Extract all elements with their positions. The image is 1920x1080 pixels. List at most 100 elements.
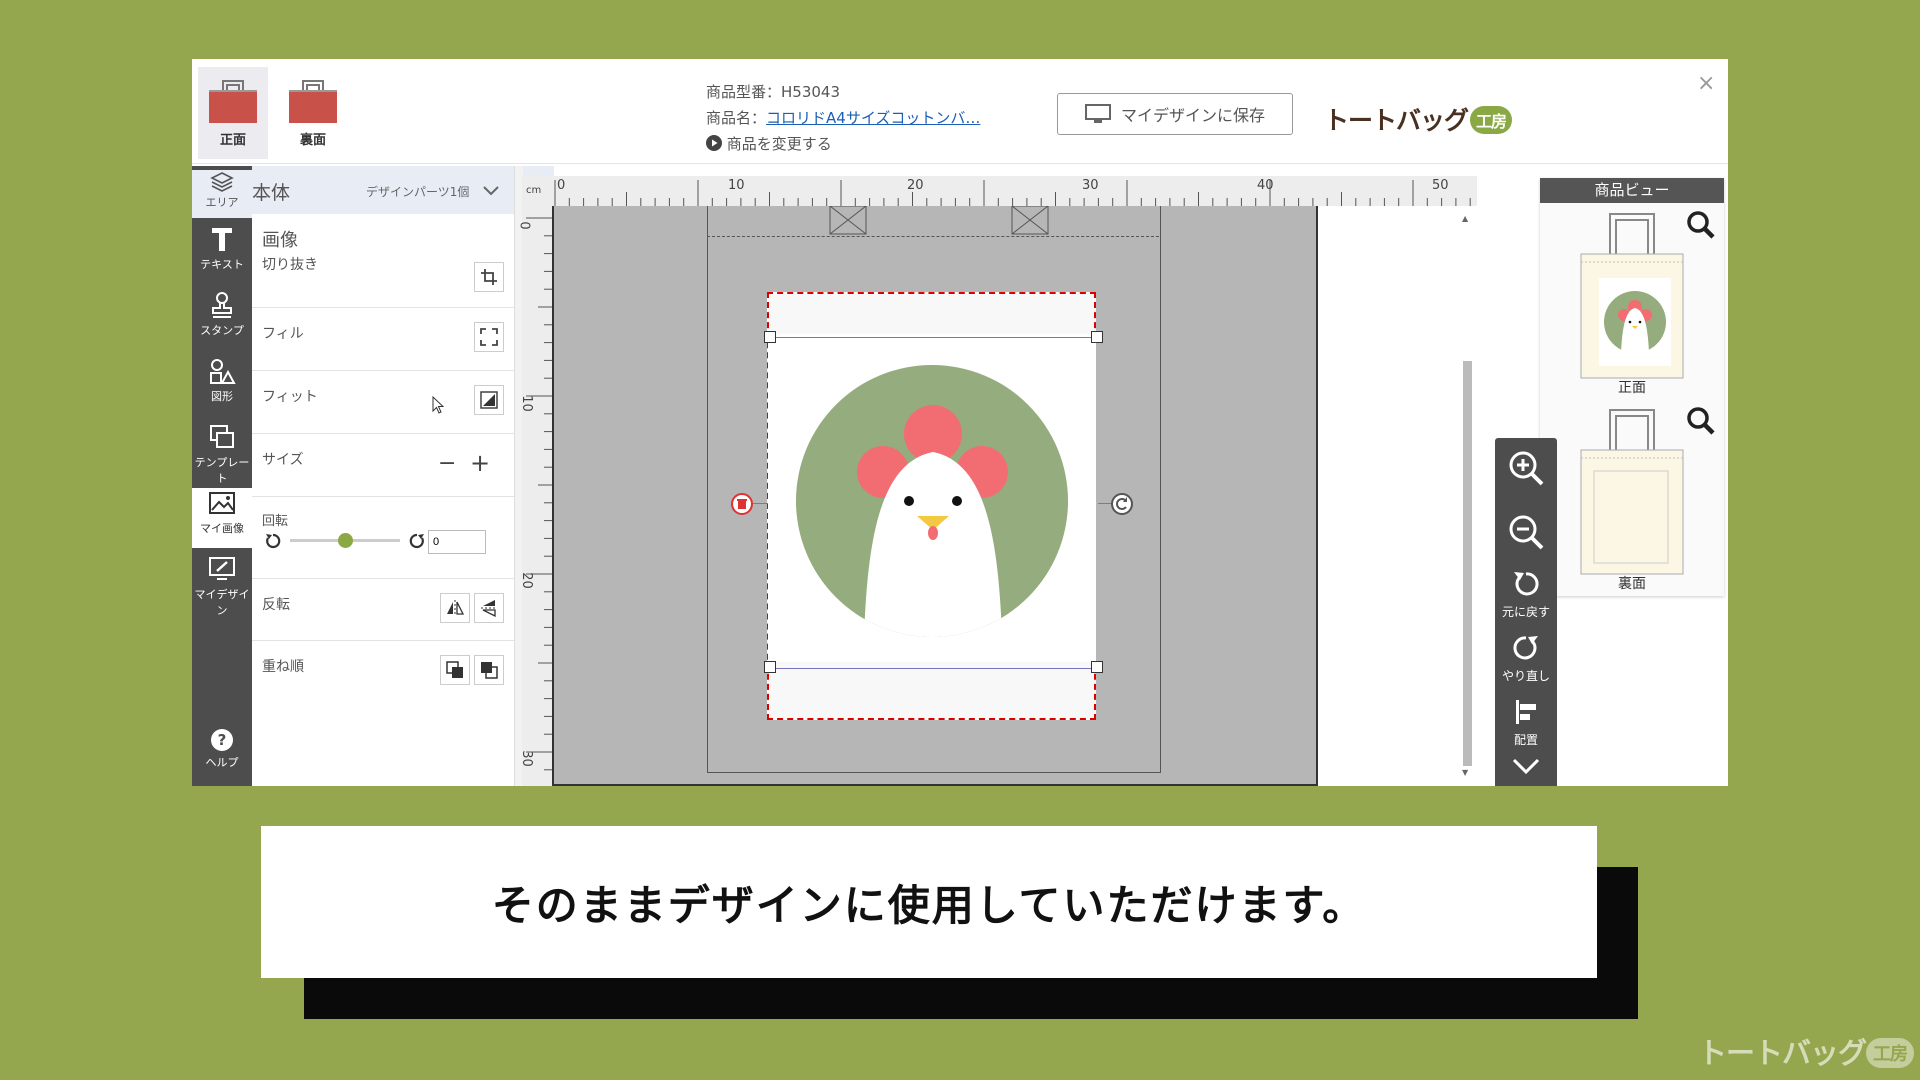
flip-vertical-icon [481,600,497,617]
flip-row: 反転 [252,578,514,641]
svg-text:?: ? [218,731,227,749]
ruler-v-label: 0 [516,221,532,230]
send-backward-button[interactable] [440,655,470,685]
resize-handle-tr[interactable] [1091,331,1103,343]
tool-rail: エリア テキスト スタンプ 図形 テンプレート マイ画像 マイデザイン ? ヘル [192,166,252,786]
product-view-title: 商品ビュー [1540,178,1724,203]
scroll-up-arrow[interactable]: ▲ [1462,214,1468,223]
size-label: サイズ [262,452,304,468]
ruler-v-label: 10 [518,395,534,412]
rotate-input[interactable] [428,530,486,554]
resize-handle-br[interactable] [1091,661,1103,673]
text-icon [212,228,232,251]
fit-label: フィット [262,389,318,405]
help-icon: ? [211,729,233,751]
rotate-handle-icon[interactable] [1110,492,1134,516]
product-code: 商品型番：H53043 [706,83,840,101]
flip-vertical-button[interactable] [474,593,504,623]
tote-bag-front-preview-icon [1580,213,1684,379]
tool-my-image[interactable]: マイ画像 [192,488,252,548]
fill-button[interactable] [474,322,504,352]
caption-text: そのままデザインに使用していただけます。 [491,880,1367,930]
undo-button[interactable]: 元に戻す [1495,568,1557,620]
area-button[interactable]: エリア [192,170,252,218]
scroll-down-arrow[interactable]: ▼ [1462,768,1468,777]
zoom-out-button[interactable] [1495,512,1557,555]
layers-icon [210,172,234,192]
tab-back[interactable]: 裏面 [278,67,348,159]
tool-template[interactable]: テンプレート [192,422,252,485]
bring-forward-button[interactable] [474,655,504,685]
change-product-label: 商品を変更する [726,135,832,153]
tab-back-label: 裏面 [299,133,326,148]
vertical-scrollbar[interactable]: ▲ ▼ [1460,214,1474,777]
chevron-down-icon [1512,758,1540,775]
close-icon[interactable]: × [1697,71,1715,96]
flip-horizontal-button[interactable] [440,593,470,623]
area-label: エリア [205,196,239,209]
caption-box: そのままデザインに使用していただけます。 [261,826,1597,978]
scrollbar-thumb[interactable] [1463,361,1472,766]
top-bar: 正面 裏面 商品型番：H53043 商品名：コロリドA4サイズコットンバ… 商品… [192,59,1728,164]
tote-bag-back-icon [289,80,337,123]
size-decrease-button[interactable]: − [438,451,456,476]
crop-button[interactable] [474,262,504,292]
product-view-front[interactable] [1580,210,1684,384]
tool-my-design[interactable]: マイデザイン [192,554,252,617]
tool-stamp[interactable]: スタンプ [192,290,252,350]
rail-more-button[interactable] [1495,754,1557,781]
redo-label: やり直し [1501,669,1550,683]
property-panel: 画像 切り抜き フィル フィット サイズ − + 回転 0 反転 重ね順 [252,214,514,786]
zoom-front-icon[interactable] [1686,210,1716,240]
rotate-slider-thumb[interactable] [338,533,353,548]
align-button[interactable]: 配置 [1495,696,1557,748]
order-row: 重ね順 [252,640,514,702]
size-increase-button[interactable]: + [470,449,490,477]
crop-row: 切り抜き [252,250,514,308]
resize-handle-bl[interactable] [764,661,776,673]
redo-icon [1513,636,1538,660]
bag-seam-line [707,236,1159,237]
tool-template-label: テンプレート [194,456,250,485]
design-workspace[interactable] [552,206,1318,786]
product-view-back[interactable] [1580,406,1684,580]
product-name-link[interactable]: コロリドA4サイズコットンバ… [766,109,980,127]
tool-my-image-label: マイ画像 [200,522,244,535]
expand-icon [480,328,498,346]
selection-box[interactable] [770,337,1097,669]
tool-shapes[interactable]: 図形 [192,356,252,416]
tool-text[interactable]: テキスト [192,224,252,284]
resize-handle-tl[interactable] [764,331,776,343]
vertical-ruler-ticks [526,217,552,771]
send-backward-icon [446,661,463,678]
brand-logo: トートバッグ 工房 [1324,101,1513,137]
logo-text: トートバッグ [1324,106,1469,135]
save-design-button[interactable]: マイデザインに保存 [1057,93,1293,135]
handle-mark-right [1011,206,1049,235]
redo-button[interactable]: やり直し [1495,632,1557,684]
rotate-right-icon[interactable] [408,532,426,550]
zoom-in-button[interactable] [1495,448,1557,491]
play-circle-icon [706,135,722,151]
zoom-back-icon[interactable] [1686,406,1716,436]
ruler-h-label: 0 [557,178,566,193]
panel-header[interactable]: 本体 デザインパーツ1個 [252,166,554,214]
help-button[interactable]: ? ヘルプ [192,722,252,782]
zoom-out-icon [1509,515,1544,550]
fit-button[interactable] [474,385,504,415]
ruler-h-label: 10 [728,178,745,193]
tab-front[interactable]: 正面 [198,67,268,159]
rotate-slider[interactable] [290,533,400,548]
ruler-h-label: 20 [907,178,924,193]
zoom-in-icon [1509,451,1544,486]
mouse-pointer-icon [432,396,444,414]
shapes-icon [210,359,236,384]
rotate-left-icon[interactable] [264,532,282,550]
delete-icon[interactable] [730,492,754,516]
change-product-link[interactable]: 商品を変更する [706,131,980,157]
chevron-down-icon[interactable] [481,180,501,200]
undo-icon [1514,572,1539,596]
ruler-unit[interactable]: cm [526,185,541,196]
horizontal-ruler: cm 0 10 20 30 40 50 [522,176,1477,206]
align-label: 配置 [1513,733,1538,747]
